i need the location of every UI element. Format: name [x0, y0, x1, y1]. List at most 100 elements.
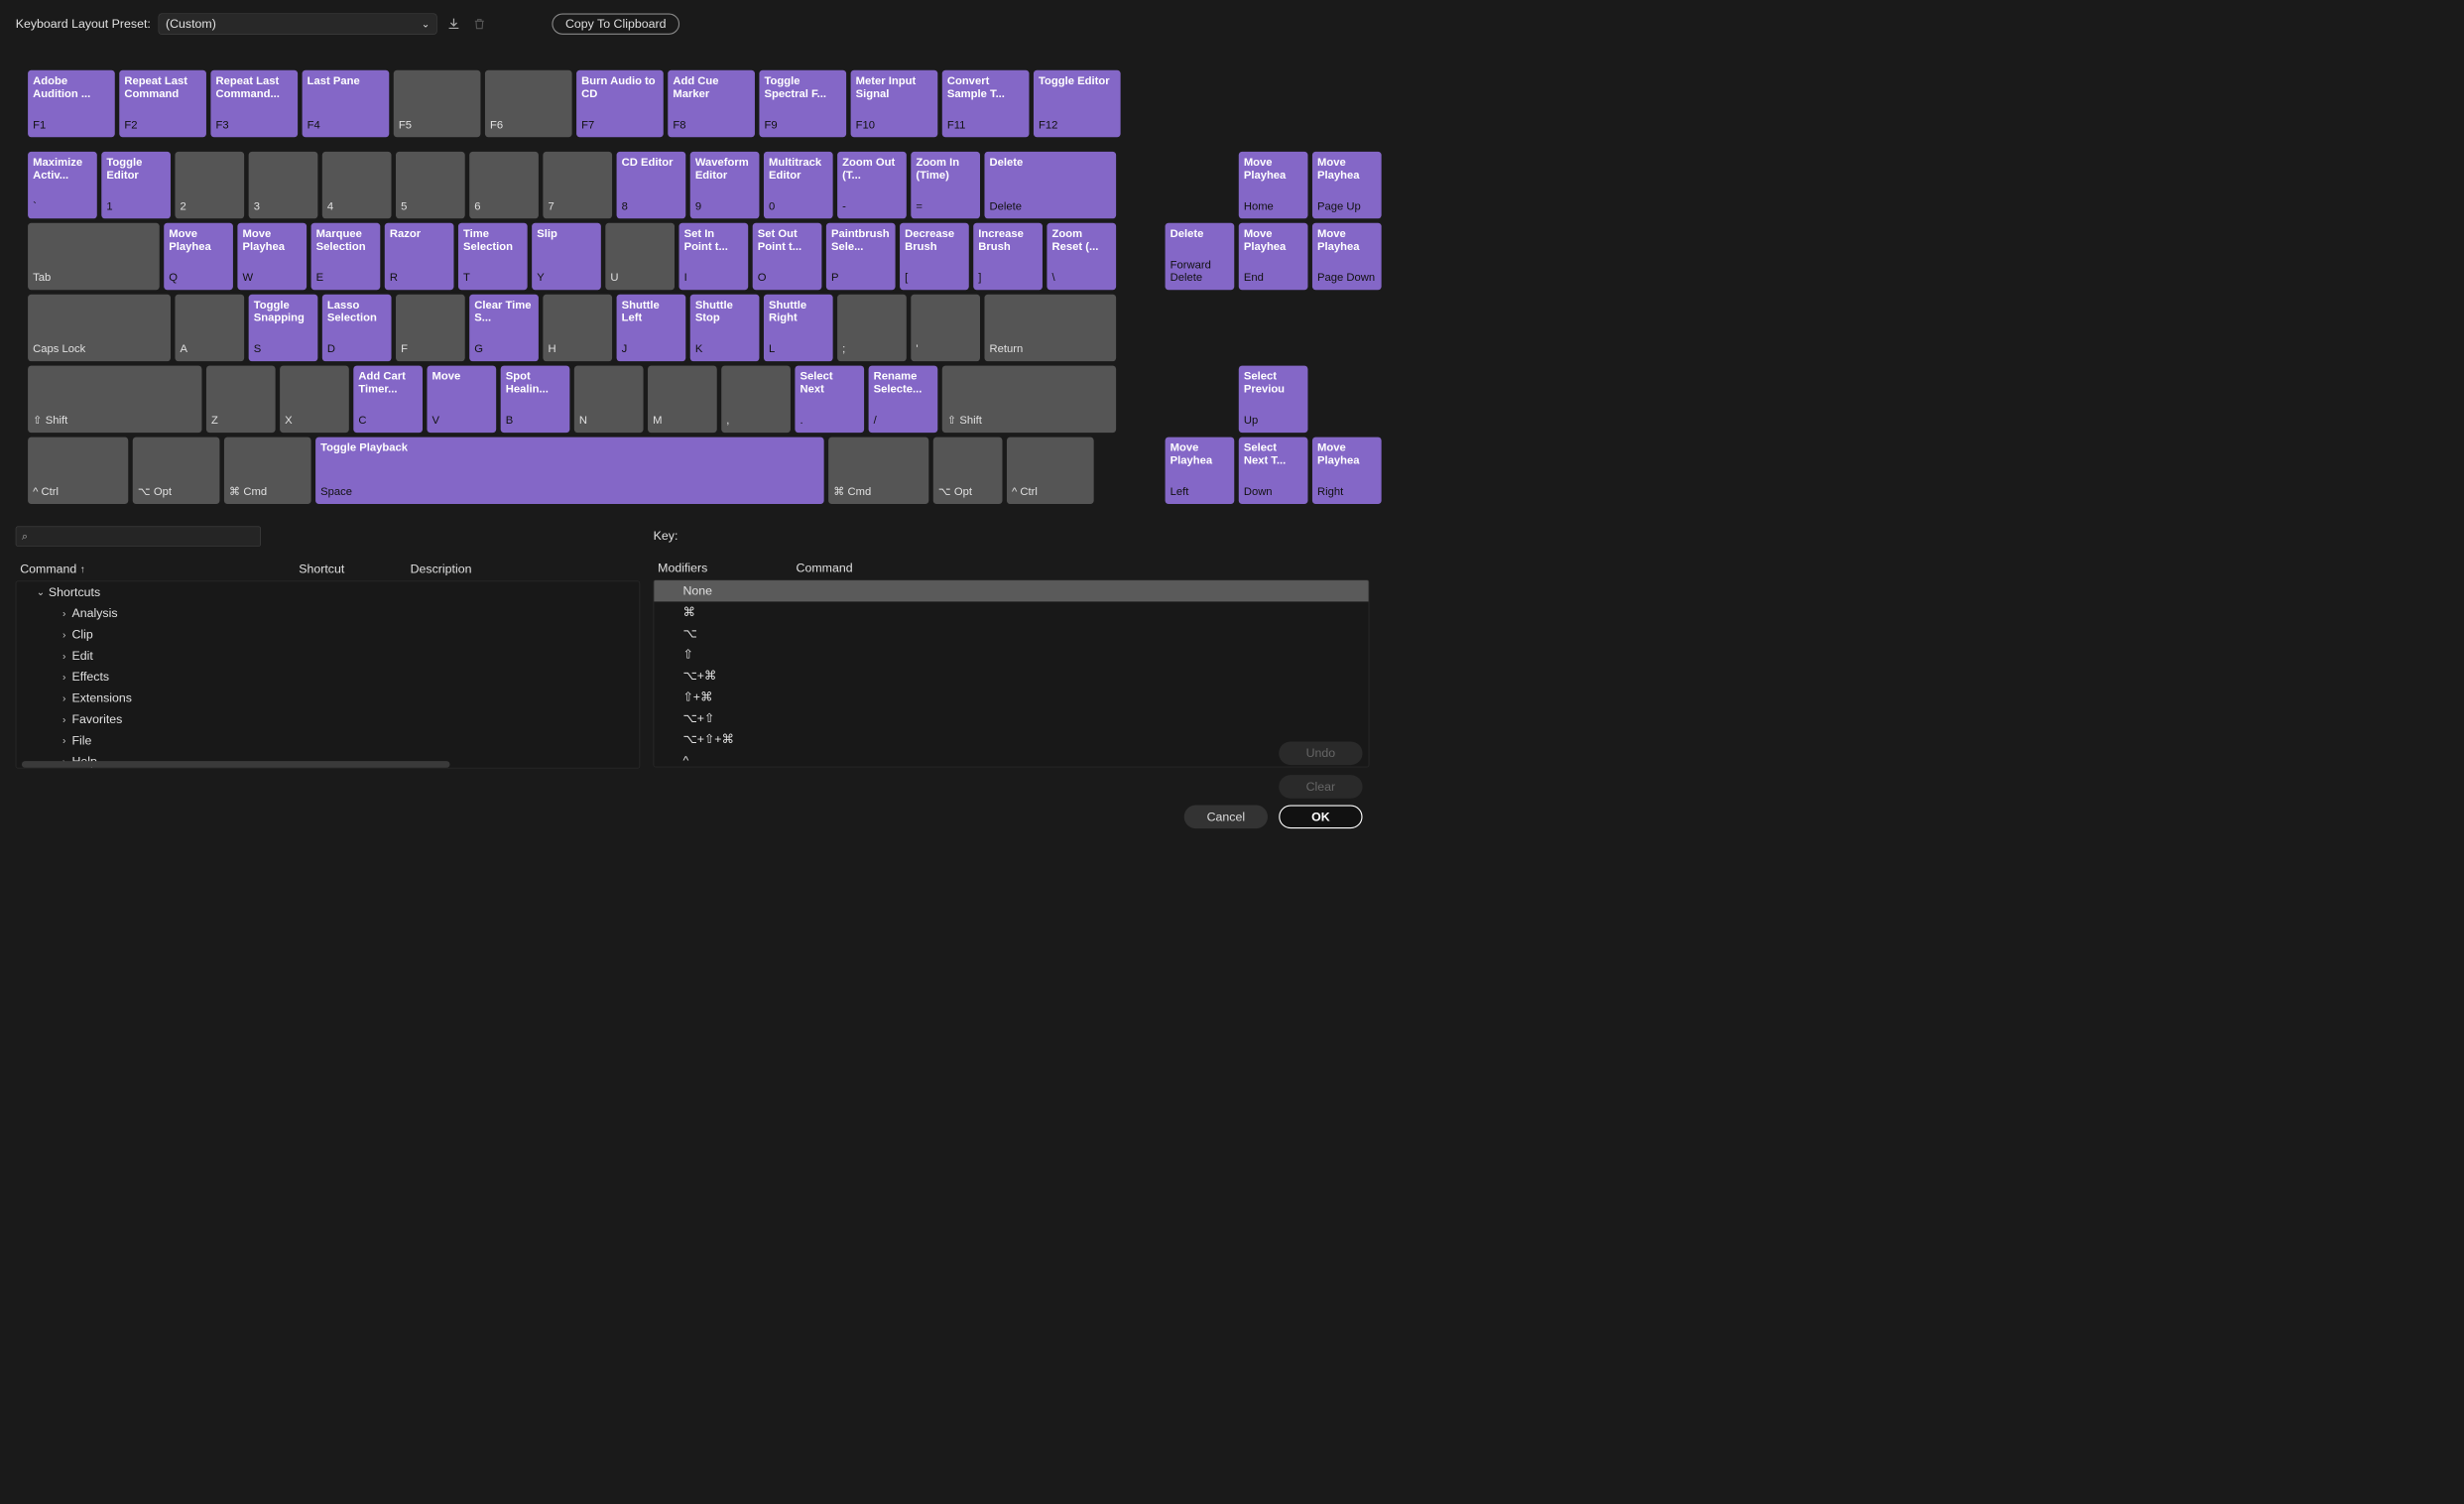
key-h[interactable]: H [543, 295, 612, 361]
key-7[interactable]: 7 [543, 152, 612, 218]
ok-button[interactable]: OK [1279, 806, 1362, 829]
key-k[interactable]: Shuttle StopK [690, 295, 760, 361]
column-modifiers[interactable]: Modifiers [658, 561, 796, 575]
chevron-right-icon[interactable]: › [57, 629, 72, 641]
key-a[interactable]: A [175, 295, 244, 361]
tree-item-file[interactable]: ›File [16, 730, 639, 751]
key--ctrl[interactable]: ^ Ctrl [28, 438, 128, 504]
key-j[interactable]: Shuttle LeftJ [617, 295, 686, 361]
tree-item-edit[interactable]: ›Edit [16, 645, 639, 666]
key-0[interactable]: Multitrack Editor0 [764, 152, 833, 218]
key-f11[interactable]: Convert Sample T...F11 [942, 70, 1030, 137]
key--[interactable]: , [721, 366, 791, 433]
key-o[interactable]: Set Out Point t...O [753, 223, 822, 290]
key--[interactable]: Zoom Out (T...- [837, 152, 907, 218]
key-p[interactable]: Paintbrush Sele...P [826, 223, 896, 290]
key-x[interactable]: X [280, 366, 349, 433]
key--opt[interactable]: ⌥ Opt [933, 438, 1003, 504]
key-end[interactable]: Move PlayheaEnd [1239, 223, 1308, 290]
column-command-2[interactable]: Command [797, 561, 1370, 575]
key-left[interactable]: Move PlayheaLeft [1166, 438, 1235, 504]
key-1[interactable]: Toggle Editor1 [101, 152, 171, 218]
column-command[interactable]: Command↑ [20, 562, 299, 576]
key-3[interactable]: 3 [249, 152, 318, 218]
key--[interactable]: Zoom Reset (...\ [1047, 223, 1116, 290]
key-g[interactable]: Clear Time S...G [469, 295, 539, 361]
key-v[interactable]: MoveV [427, 366, 496, 433]
chevron-right-icon[interactable]: › [57, 734, 72, 746]
key-home[interactable]: Move PlayheaHome [1239, 152, 1308, 218]
key--ctrl[interactable]: ^ Ctrl [1007, 438, 1094, 504]
key-f1[interactable]: Adobe Audition ...F1 [28, 70, 115, 137]
key-f8[interactable]: Add Cue MarkerF8 [668, 70, 755, 137]
key-9[interactable]: Waveform Editor9 [690, 152, 760, 218]
key-f[interactable]: F [396, 295, 465, 361]
chevron-down-icon[interactable]: ⌄ [33, 586, 49, 598]
key-t[interactable]: Time SelectionT [458, 223, 528, 290]
key-n[interactable]: N [574, 366, 644, 433]
horizontal-scrollbar[interactable] [22, 761, 450, 768]
key-s[interactable]: Toggle SnappingS [249, 295, 318, 361]
chevron-right-icon[interactable]: › [57, 713, 72, 725]
tree-item-shortcuts[interactable]: ⌄Shortcuts [16, 581, 639, 602]
key-right[interactable]: Move PlayheaRight [1312, 438, 1382, 504]
tree-item-effects[interactable]: ›Effects [16, 667, 639, 688]
key-page-up[interactable]: Move PlayheaPage Up [1312, 152, 1382, 218]
modifier-row[interactable]: None [654, 580, 1368, 601]
tree-item-clip[interactable]: ›Clip [16, 624, 639, 645]
modifier-row[interactable]: ⌥+⌘ [654, 665, 1368, 686]
key-f2[interactable]: Repeat Last CommandF2 [119, 70, 206, 137]
key-c[interactable]: Add Cart Timer...C [353, 366, 423, 433]
key-down[interactable]: Select Next T...Down [1239, 438, 1308, 504]
modifier-row[interactable]: ⌥ [654, 623, 1368, 644]
key--[interactable]: ; [837, 295, 907, 361]
column-shortcut[interactable]: Shortcut [299, 562, 410, 576]
key-w[interactable]: Move PlayheaW [237, 223, 307, 290]
key-f9[interactable]: Toggle Spectral F...F9 [759, 70, 846, 137]
copy-to-clipboard-button[interactable]: Copy To Clipboard [552, 13, 678, 34]
key--[interactable]: Rename Selecte.../ [869, 366, 938, 433]
key--[interactable]: Zoom In (Time)= [911, 152, 980, 218]
key-u[interactable]: U [605, 223, 675, 290]
key-f7[interactable]: Burn Audio to CDF7 [576, 70, 664, 137]
key-i[interactable]: Set In Point t...I [679, 223, 749, 290]
key--shift[interactable]: ⇧ Shift [942, 366, 1116, 433]
modifier-row[interactable]: ⇧ [654, 644, 1368, 665]
key--[interactable]: Decrease Brush[ [900, 223, 969, 290]
key--[interactable]: Maximize Activ...` [28, 152, 97, 218]
key--[interactable]: Select Next. [795, 366, 864, 433]
key--[interactable]: Increase Brush] [973, 223, 1043, 290]
key-f10[interactable]: Meter Input SignalF10 [851, 70, 938, 137]
key-6[interactable]: 6 [469, 152, 539, 218]
key-f3[interactable]: Repeat Last Command...F3 [210, 70, 298, 137]
key-return[interactable]: Return [984, 295, 1116, 361]
chevron-right-icon[interactable]: › [57, 607, 72, 619]
modifier-row[interactable]: ^ [654, 750, 1368, 767]
key-up[interactable]: Select PreviouUp [1239, 366, 1308, 433]
key-r[interactable]: RazorR [385, 223, 454, 290]
key-5[interactable]: 5 [396, 152, 465, 218]
preset-select[interactable]: (Custom) ⌄ [159, 13, 437, 34]
modifier-row[interactable]: ⇧+⌘ [654, 687, 1368, 707]
key--opt[interactable]: ⌥ Opt [133, 438, 220, 504]
modifier-row[interactable]: ⌥+⇧ [654, 707, 1368, 728]
column-description[interactable]: Description [411, 562, 641, 576]
key-delete[interactable]: DeleteDelete [984, 152, 1116, 218]
key-forward-delete[interactable]: DeleteForward Delete [1166, 223, 1235, 290]
modifier-row[interactable]: ⌘ [654, 601, 1368, 622]
command-tree[interactable]: ⌄Shortcuts›Analysis›Clip›Edit›Effects›Ex… [16, 581, 640, 769]
chevron-right-icon[interactable]: › [57, 671, 72, 683]
key-f12[interactable]: Toggle EditorF12 [1034, 70, 1121, 137]
key-y[interactable]: SlipY [532, 223, 601, 290]
key-tab[interactable]: Tab [28, 223, 160, 290]
key-f6[interactable]: F6 [485, 70, 572, 137]
key-q[interactable]: Move PlayheaQ [164, 223, 233, 290]
tree-item-favorites[interactable]: ›Favorites [16, 708, 639, 729]
key-b[interactable]: Spot Healin...B [501, 366, 570, 433]
key-4[interactable]: 4 [322, 152, 392, 218]
tree-item-analysis[interactable]: ›Analysis [16, 603, 639, 624]
key-m[interactable]: M [648, 366, 717, 433]
key-caps-lock[interactable]: Caps Lock [28, 295, 171, 361]
chevron-right-icon[interactable]: › [57, 650, 72, 662]
key--cmd[interactable]: ⌘ Cmd [224, 438, 311, 504]
